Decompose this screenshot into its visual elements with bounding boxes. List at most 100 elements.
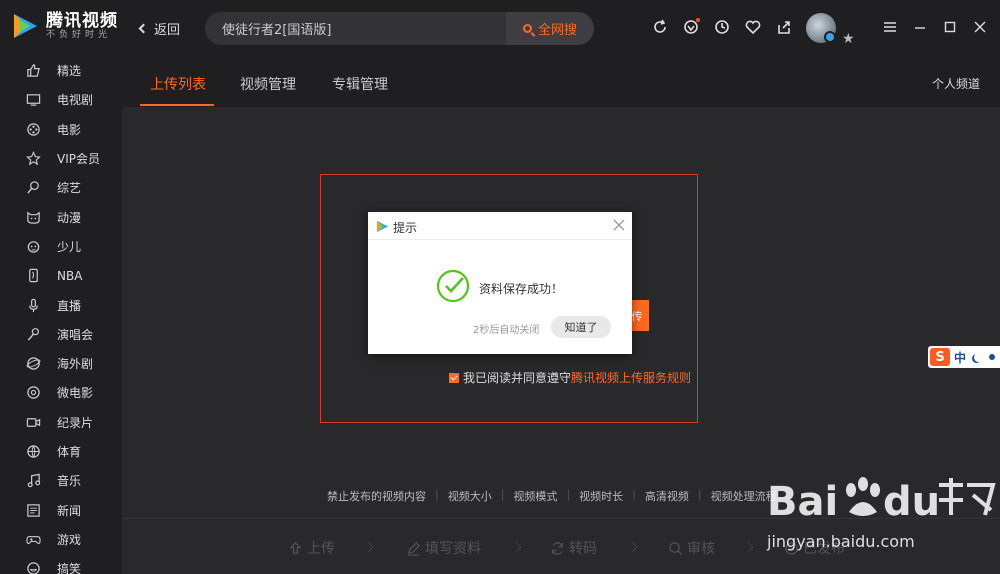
moon-icon[interactable]: [974, 353, 983, 362]
help-link[interactable]: 视频时长: [579, 488, 623, 504]
laugh-icon: [27, 562, 40, 574]
toolbar-icons: [650, 17, 805, 37]
tv-icon: [26, 94, 41, 107]
sidebar-item-label: 动漫: [57, 210, 82, 225]
tab-album-manage[interactable]: 专辑管理: [332, 74, 388, 94]
camera-icon: [26, 417, 41, 427]
sidebar-item-label: 搞笑: [57, 562, 82, 574]
sidebar-item-anime[interactable]: 动漫: [0, 202, 122, 231]
help-link[interactable]: 视频大小: [448, 488, 492, 504]
upload-arrow-icon: [289, 541, 302, 554]
help-link[interactable]: 视频模式: [513, 488, 557, 504]
magnifier-icon: [669, 541, 683, 555]
ime-more-icon[interactable]: [989, 354, 996, 360]
got-it-button[interactable]: 知道了: [551, 316, 611, 338]
personal-channel-link[interactable]: 个人频道: [932, 75, 980, 92]
sidebar-item-label: 少儿: [57, 239, 82, 254]
sidebar-item-documentary[interactable]: 纪录片: [0, 408, 122, 437]
upload-rules-link[interactable]: 腾讯视频上传服务规则: [571, 369, 691, 386]
variety-icon: [27, 181, 39, 194]
search-button-label: 全网搜: [537, 23, 577, 38]
close-icon[interactable]: [970, 17, 990, 37]
gamepad-icon: [26, 536, 41, 544]
sidebar-item-label: 游戏: [57, 532, 82, 547]
ime-toolbar[interactable]: S 中: [928, 346, 1000, 368]
sidebar-item-micro-film[interactable]: 微电影: [0, 378, 122, 407]
vip-badge-icon[interactable]: [681, 17, 701, 37]
help-link[interactable]: 视频处理流程: [711, 488, 777, 504]
sidebar-item-nba[interactable]: NBA: [0, 261, 122, 290]
step-chevron-icon: [626, 541, 638, 553]
dialog-message: 资料保存成功！: [479, 282, 564, 296]
sidebar-item-label: 音乐: [57, 474, 82, 489]
refresh-icon[interactable]: [650, 17, 670, 37]
back-label: 返回: [154, 23, 181, 38]
sidebar-item-label: VIP会员: [57, 152, 100, 167]
tab-upload-list[interactable]: 上传列表: [150, 74, 206, 94]
concert-mic-icon: [27, 327, 39, 341]
sidebar-item-kids[interactable]: 少儿: [0, 232, 122, 261]
menu-icon[interactable]: [880, 17, 900, 37]
search-icon: [522, 24, 532, 33]
sidebar-item-label: 精选: [57, 64, 82, 79]
sidebar-item-variety[interactable]: 综艺: [0, 173, 122, 202]
sidebar-item-sports[interactable]: 体育: [0, 437, 122, 466]
notification-dot: [696, 18, 700, 22]
back-button[interactable]: 返回: [138, 19, 181, 38]
sidebar-item-vip[interactable]: VIP会员: [0, 144, 122, 173]
sidebar-item-featured[interactable]: 精选: [0, 56, 122, 85]
sidebar-item-games[interactable]: 游戏: [0, 525, 122, 554]
sidebar-item-concert[interactable]: 演唱会: [0, 320, 122, 349]
step-chevron-icon: [742, 541, 754, 553]
ime-mode-label[interactable]: 中: [954, 349, 966, 366]
step-chevron-icon: [362, 541, 374, 553]
tencent-video-logo-icon: [14, 14, 37, 38]
sidebar-item-news[interactable]: 新闻: [0, 495, 122, 524]
tab-bar: 上传列表 视频管理 专辑管理 个人频道: [122, 56, 1000, 107]
sidebar-item-label: 海外剧: [57, 357, 94, 372]
maximize-icon[interactable]: [940, 17, 960, 37]
window-controls: [880, 17, 1000, 37]
help-link[interactable]: 禁止发布的视频内容: [327, 488, 426, 504]
tab-video-manage[interactable]: 视频管理: [240, 74, 296, 94]
sidebar-item-label: 微电影: [57, 386, 94, 401]
search-all-button[interactable]: 全网搜: [506, 12, 594, 45]
dialog-close-icon[interactable]: [612, 218, 626, 232]
history-clock-icon[interactable]: [712, 17, 732, 37]
sidebar-item-overseas[interactable]: 海外剧: [0, 349, 122, 378]
app-logo[interactable]: 腾讯视频 不负好时光: [10, 11, 118, 41]
step-transcode: 转码: [550, 538, 597, 558]
step-fill-info: 填写资料: [406, 538, 481, 558]
sidebar-item-live[interactable]: 直播: [0, 290, 122, 319]
pencil-icon: [407, 541, 420, 556]
app-name: 腾讯视频: [46, 10, 118, 31]
step-chevron-icon: [510, 541, 522, 553]
news-icon: [27, 503, 40, 517]
favorite-heart-icon[interactable]: [743, 17, 763, 37]
sync-icon: [552, 541, 563, 555]
sidebar-item-label: 纪录片: [57, 415, 94, 430]
sidebar-item-funny[interactable]: 搞笑: [0, 554, 122, 574]
help-link[interactable]: 高清视频: [645, 488, 689, 504]
sidebar-item-tv[interactable]: 电视剧: [0, 85, 122, 114]
help-links: 禁止发布的视频内容 | 视频大小 | 视频模式 | 视频时长 | 高清视频 | 视频处理流…: [327, 488, 777, 504]
minimize-icon[interactable]: [910, 17, 930, 37]
vip-star-icon: [26, 151, 41, 166]
agree-checkbox[interactable]: [449, 372, 459, 383]
top-bar: 腾讯视频 不负好时光 返回 全网搜 ★: [0, 0, 1000, 56]
sidebar-item-label: 电视剧: [57, 93, 94, 108]
upload-steps: 上传 填写资料 转码 审核 已发布: [122, 518, 1000, 574]
published-check-icon: [785, 541, 798, 555]
microphone-icon: [29, 298, 38, 312]
success-check-icon: [436, 269, 470, 303]
upload-share-icon[interactable]: [774, 17, 794, 37]
sidebar-item-music[interactable]: 音乐: [0, 466, 122, 495]
search-bar: 全网搜: [205, 12, 594, 45]
nba-icon: [29, 269, 38, 283]
sidebar-item-label: 新闻: [57, 503, 82, 518]
sogou-ime-logo-icon: S: [930, 348, 950, 366]
sidebar-item-movie[interactable]: 电影: [0, 115, 122, 144]
step-review: 审核: [668, 538, 715, 558]
sidebar-item-label: 电影: [57, 122, 82, 137]
search-input[interactable]: [222, 12, 502, 45]
